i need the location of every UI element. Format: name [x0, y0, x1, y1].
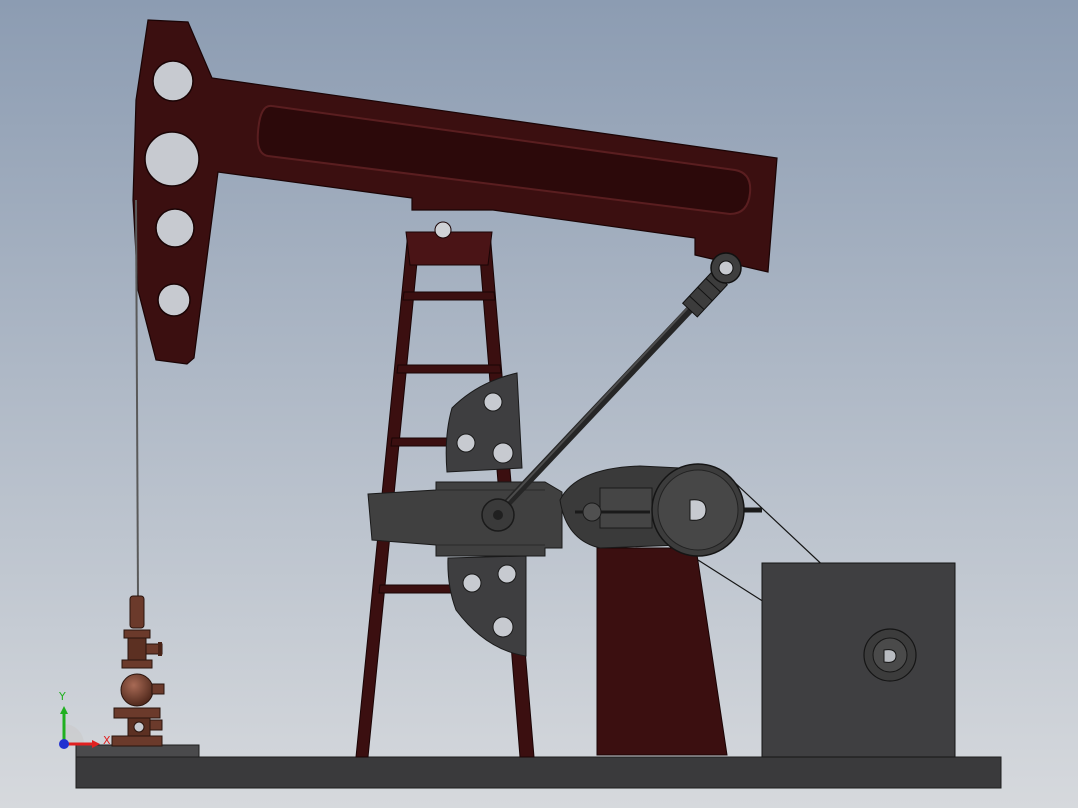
wellhead-pad[interactable]: [75, 744, 200, 758]
motor-sheave[interactable]: [863, 628, 917, 682]
triad-y-label: Y: [58, 690, 66, 703]
triad-z-axis: [59, 739, 69, 749]
gearbox-sheave[interactable]: [651, 463, 745, 557]
saddle-bearing-hole: [434, 221, 452, 239]
cad-viewport[interactable]: X Y: [0, 0, 1078, 808]
pumpjack-model-view[interactable]: X Y: [0, 0, 1078, 808]
prime-mover-motor[interactable]: [761, 562, 956, 758]
triad-x-label: X: [103, 734, 111, 747]
base-skid[interactable]: [75, 756, 1002, 789]
